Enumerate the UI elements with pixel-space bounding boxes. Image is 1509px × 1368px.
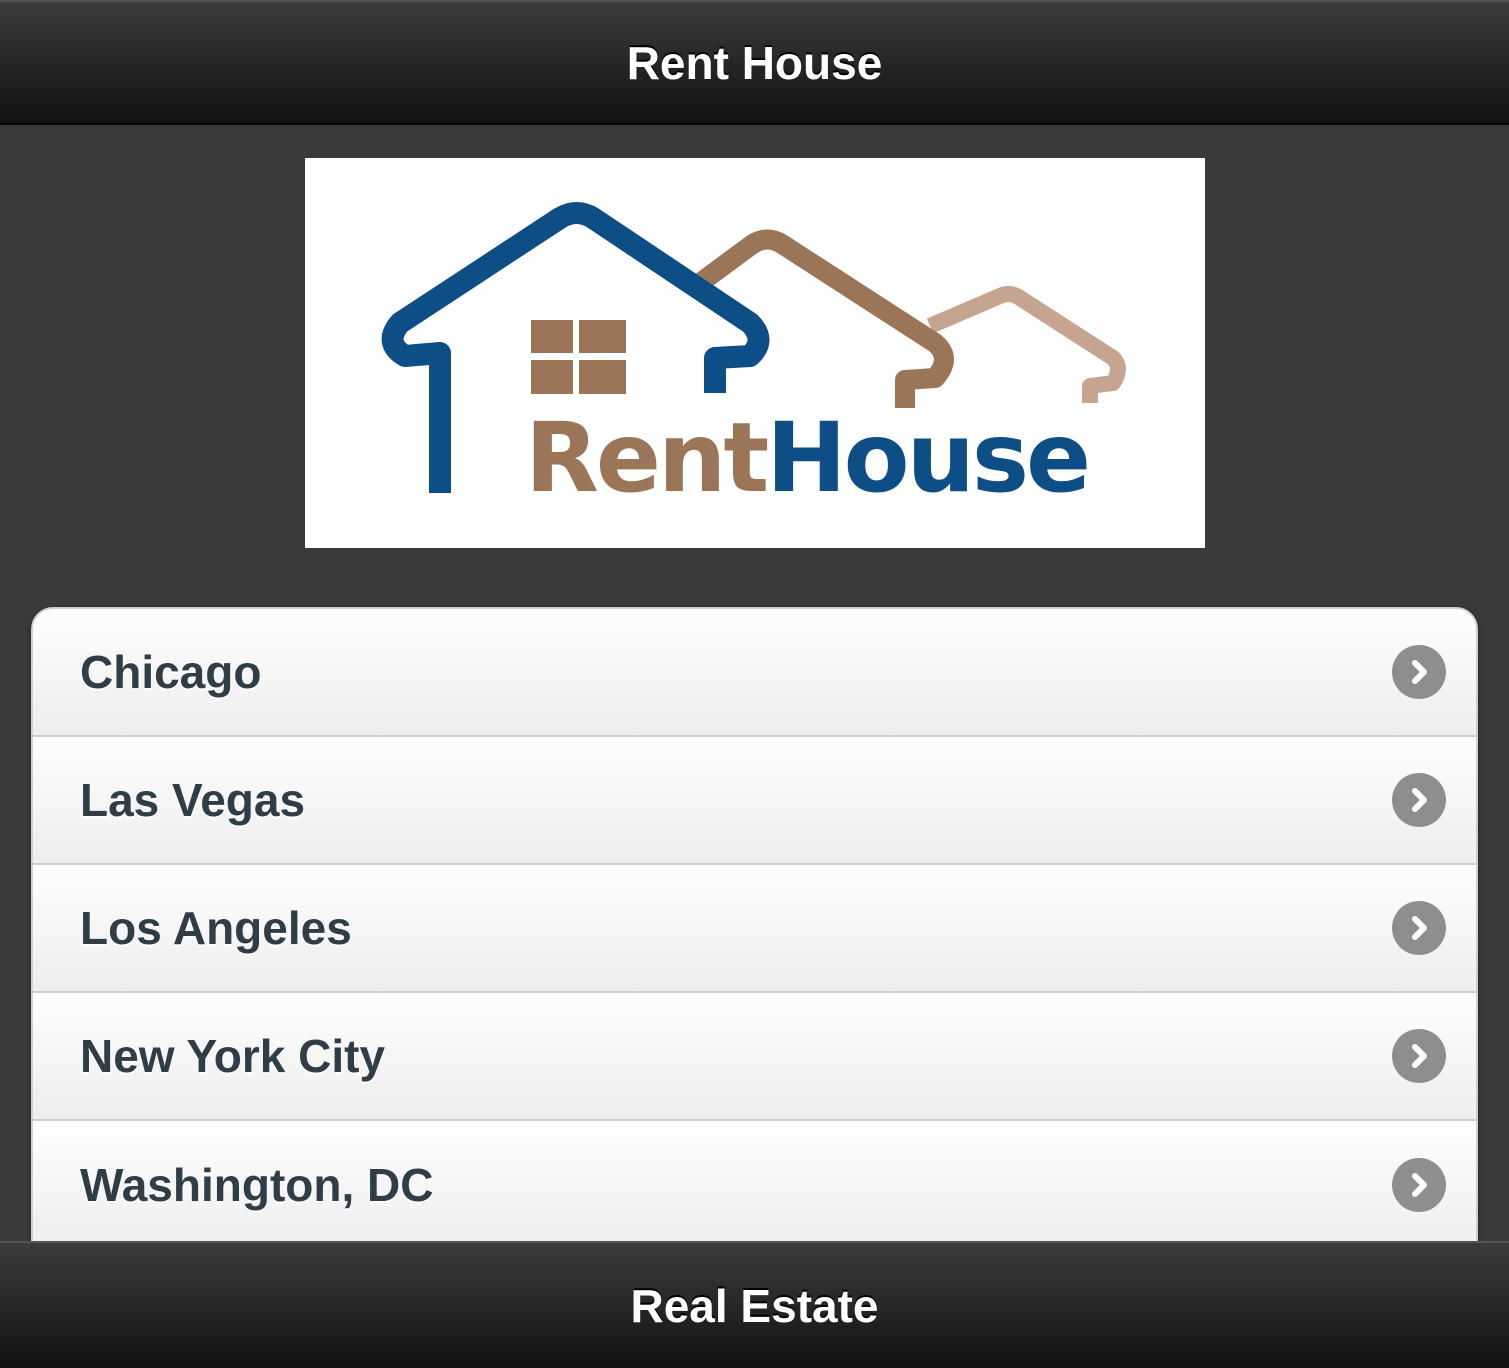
city-list: Chicago Las Vegas Los Angeles New York C… [31, 607, 1478, 1267]
footer-title: Real Estate [630, 1279, 879, 1332]
chevron-right-icon [1392, 1158, 1446, 1212]
page-title: Rent House [626, 36, 883, 89]
list-item-label: Chicago [80, 646, 262, 698]
chevron-right-icon [1392, 773, 1446, 827]
house-logo-icon: RentHouse [381, 202, 1126, 514]
list-item-los-angeles[interactable]: Los Angeles [33, 865, 1476, 993]
renthouse-logo: RentHouse [305, 158, 1205, 548]
main-content: RentHouse Chicago Las Vegas Los Angeles … [0, 125, 1509, 1267]
list-item-label: New York City [80, 1030, 386, 1082]
chevron-right-icon [1392, 1029, 1446, 1083]
logo-text-rent: Rent [525, 402, 767, 514]
header-bar: Rent House [0, 0, 1509, 125]
list-item-label: Washington, DC [80, 1159, 434, 1211]
svg-text:RentHouse: RentHouse [525, 402, 1088, 514]
logo-text-house: House [766, 402, 1088, 514]
list-item-las-vegas[interactable]: Las Vegas [33, 737, 1476, 865]
chevron-right-icon [1392, 901, 1446, 955]
chevron-right-icon [1392, 645, 1446, 699]
list-item-label: Las Vegas [80, 774, 306, 826]
list-item-washington-dc[interactable]: Washington, DC [33, 1121, 1476, 1249]
list-item-label: Los Angeles [80, 902, 352, 954]
list-item-new-york-city[interactable]: New York City [33, 993, 1476, 1121]
footer-bar: Real Estate [0, 1241, 1509, 1368]
list-item-chicago[interactable]: Chicago [33, 609, 1476, 737]
